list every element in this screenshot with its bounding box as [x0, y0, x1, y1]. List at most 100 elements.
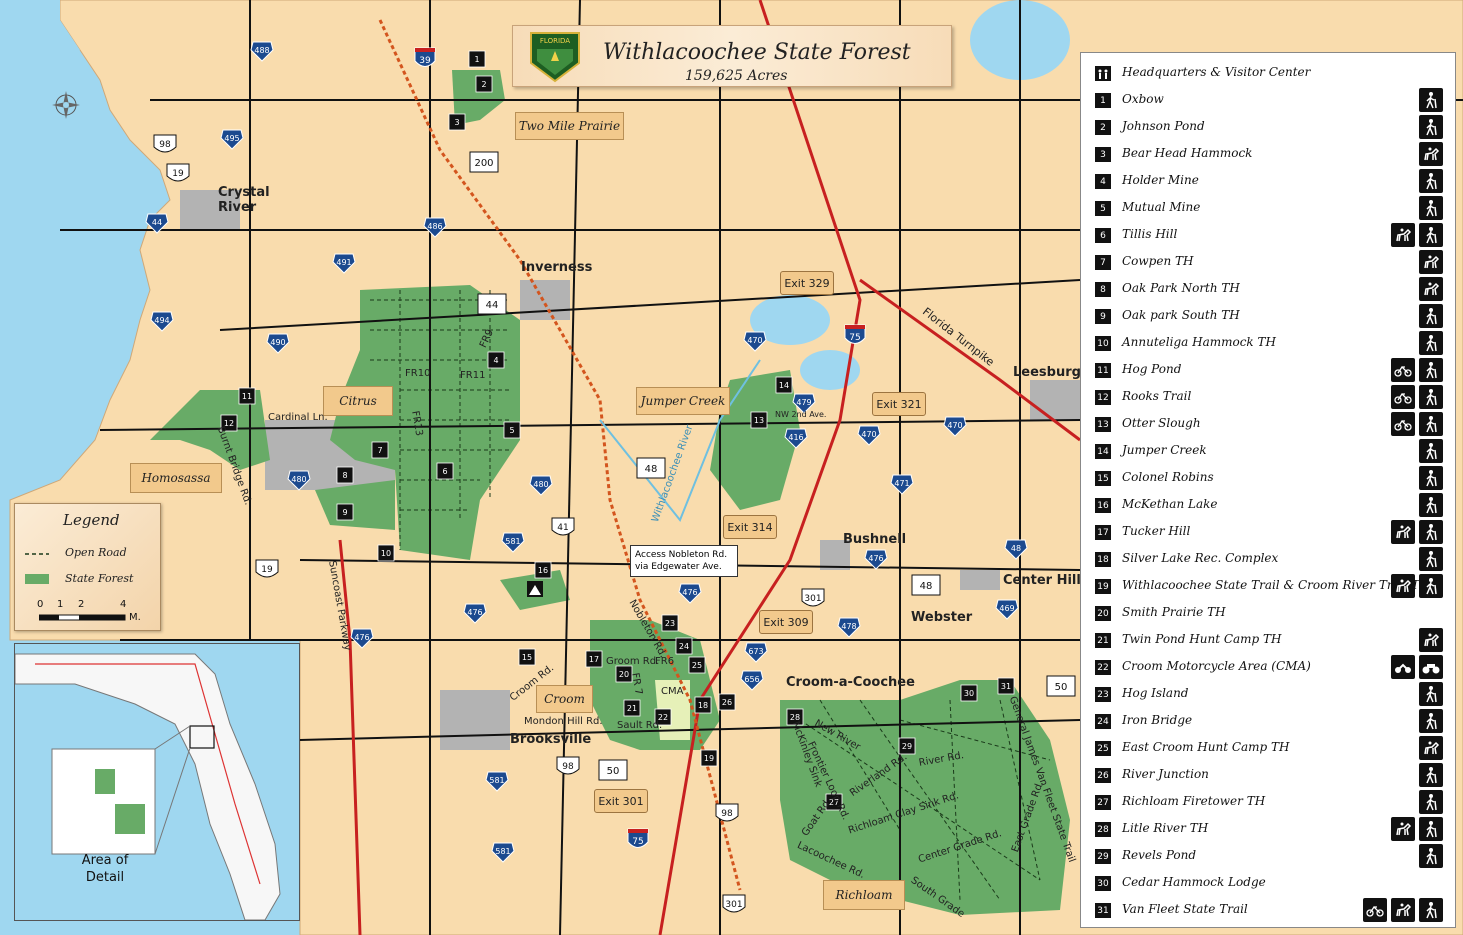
activity-icons [1419, 844, 1443, 868]
headquarters-marker-icon [527, 581, 543, 597]
activity-icons [1419, 250, 1443, 274]
site-number-badge: 30 [1095, 876, 1111, 891]
state-road-shield: 48 [636, 457, 666, 479]
site-marker-number: 6 [442, 467, 447, 476]
badge-text: FLORIDA [540, 37, 570, 45]
site-marker-number: 2 [481, 80, 486, 89]
site-marker-number: 13 [754, 416, 764, 425]
road-label-fr6: FR6 [655, 656, 675, 667]
site-name: Van Fleet State Trail [1122, 902, 1248, 916]
scale-unit: M. [129, 612, 141, 623]
site-number-badge: 6 [1095, 228, 1111, 243]
us-highway-shield: 98 [153, 134, 177, 153]
site-list-item: 10 Annuteliga Hammock TH [1081, 331, 1455, 355]
us-highway-shield-number: 19 [261, 565, 273, 575]
site-number-badge: 24 [1095, 714, 1111, 729]
site-list-item: 12 Rooks Trail [1081, 385, 1455, 409]
hike-icon [1419, 520, 1443, 544]
county-road-shield-number: 486 [427, 222, 442, 231]
hike-icon [1419, 304, 1443, 328]
state-road-shield: 50 [598, 759, 628, 781]
site-number-badge: 31 [1095, 903, 1111, 918]
hike-icon [1419, 196, 1443, 220]
state-road-shield-number: 200 [474, 158, 493, 169]
county-road-shield-number: 488 [254, 46, 269, 55]
site-list-item: 22 Croom Motorcycle Area (CMA) [1081, 655, 1455, 679]
site-number-badge: 5 [1095, 201, 1111, 216]
site-list-item: 30 Cedar Hammock Lodge [1081, 871, 1455, 895]
site-number-badge: 4 [1095, 174, 1111, 189]
activity-icons [1419, 790, 1443, 814]
hike-icon [1419, 493, 1443, 517]
site-list-item: 11 Hog Pond [1081, 358, 1455, 382]
exit-label-314: Exit 314 [723, 515, 777, 539]
county-road-shield-number: 581 [495, 847, 510, 856]
legend-box: Legend Open Road State Forest 0 1 2 4 M. [14, 503, 161, 631]
site-name: Johnson Pond [1122, 119, 1205, 133]
site-marker: 10 [377, 544, 395, 562]
bike-icon [1391, 358, 1415, 382]
site-list-item: 7 Cowpen TH [1081, 250, 1455, 274]
site-marker-number: 16 [538, 566, 548, 575]
unit-label-richloam: Richloam [823, 880, 905, 910]
activity-icons [1391, 520, 1443, 544]
site-name: Silver Lake Rec. Complex [1122, 551, 1279, 565]
inset-map: Area of Detail [14, 643, 300, 921]
site-number-badge: 7 [1095, 255, 1111, 270]
site-marker-number: 9 [342, 508, 347, 517]
interstate-shield: 39 [414, 47, 436, 67]
site-name: Litle River TH [1122, 821, 1209, 835]
site-list-item: 17 Tucker Hill [1081, 520, 1455, 544]
activity-icons [1419, 736, 1443, 760]
site-list-item: 21 Twin Pond Hunt Camp TH [1081, 628, 1455, 652]
site-number-badge: 25 [1095, 741, 1111, 756]
site-marker-number: 14 [779, 381, 789, 390]
site-marker: 18 [694, 696, 712, 714]
site-list-item: 23 Hog Island [1081, 682, 1455, 706]
site-list-item: 28 Litle River TH [1081, 817, 1455, 841]
site-marker-number: 31 [1001, 682, 1011, 691]
site-list-item: 6 Tillis Hill [1081, 223, 1455, 247]
state-road-shield-number: 50 [607, 766, 620, 777]
site-number-badge: 18 [1095, 552, 1111, 567]
site-list-item: 26 River Junction [1081, 763, 1455, 787]
county-road-shield-number: 494 [154, 316, 169, 325]
moto-icon [1391, 655, 1415, 679]
site-list-item: 13 Otter Slough [1081, 412, 1455, 436]
county-road-shield-number: 416 [788, 433, 803, 442]
site-marker: 1 [468, 50, 486, 68]
hike-icon [1419, 574, 1443, 598]
site-number-badge: 27 [1095, 795, 1111, 810]
site-marker: 9 [336, 503, 354, 521]
interstate-shield-number: 75 [849, 333, 860, 343]
site-name: Rooks Trail [1122, 389, 1192, 403]
activity-icons [1391, 574, 1443, 598]
us-highway-shield: 41 [551, 517, 575, 536]
city-label-crystal-river: Crystal River [218, 185, 270, 215]
hike-icon [1419, 115, 1443, 139]
site-name: Hog Pond [1122, 362, 1182, 376]
site-number-badge: 11 [1095, 363, 1111, 378]
site-name: Revels Pond [1122, 848, 1197, 862]
site-name: Oak park South TH [1122, 308, 1240, 322]
hike-icon [1419, 88, 1443, 112]
site-name: Smith Prairie TH [1122, 605, 1226, 619]
legend-state-forest-label: State Forest [65, 572, 134, 585]
site-list-item: 2 Johnson Pond [1081, 115, 1455, 139]
county-road-shield-number: 476 [682, 588, 697, 597]
bike-icon [1391, 385, 1415, 409]
county-road-shield-number: 476 [467, 608, 482, 617]
site-marker: 19 [700, 749, 718, 767]
scale-tick-4: 4 [120, 599, 127, 610]
site-marker: 7 [371, 441, 389, 459]
site-marker: 23 [661, 614, 679, 632]
hike-icon [1419, 412, 1443, 436]
us-highway-shield: 301 [722, 894, 746, 913]
city-label-leesburg: Leesburg [1013, 365, 1081, 380]
exit-label-329: Exit 329 [780, 271, 834, 295]
scale-tick-1: 1 [57, 599, 64, 610]
city-label-brooksville: Brooksville [510, 732, 592, 747]
urban-inverness [520, 280, 570, 320]
horse-icon [1419, 142, 1443, 166]
horse-icon [1391, 520, 1415, 544]
